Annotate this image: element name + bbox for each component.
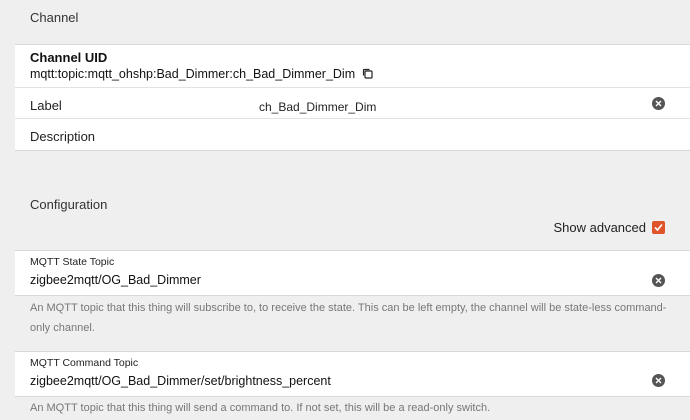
description-row[interactable]: Description [15,119,690,150]
mqtt-state-topic-panel[interactable]: MQTT State Topic zigbee2mqtt/OG_Bad_Dimm… [15,250,690,296]
channel-uid-value: mqtt:topic:mqtt_ohshp:Bad_Dimmer:ch_Bad_… [30,67,373,82]
mqtt-command-topic-label: MQTT Command Topic [30,357,139,369]
show-advanced-label: Show advanced [553,220,646,235]
mqtt-state-topic-clear-icon[interactable] [652,274,665,287]
channel-panel: Channel UID mqtt:topic:mqtt_ohshp:Bad_Di… [15,44,690,151]
show-advanced-toggle[interactable]: Show advanced [553,220,665,235]
checkmark-icon [654,223,663,232]
configuration-section-title: Configuration [30,197,108,212]
mqtt-state-topic-help: An MQTT topic that this thing will subsc… [30,302,667,334]
channel-section-title: Channel [30,10,79,25]
channel-uid-title: Channel UID [30,50,108,65]
label-row[interactable]: Label ch_Bad_Dimmer_Dim [15,88,690,119]
label-input[interactable]: ch_Bad_Dimmer_Dim [259,100,376,114]
label-clear-icon[interactable] [652,97,665,110]
description-caption: Description [30,129,96,144]
mqtt-command-topic-clear-icon[interactable] [652,374,665,387]
mqtt-command-topic-input[interactable]: zigbee2mqtt/OG_Bad_Dimmer/set/brightness… [30,374,331,388]
mqtt-state-topic-label: MQTT State Topic [30,256,115,268]
label-caption: Label [30,98,62,113]
channel-uid-row: Channel UID mqtt:topic:mqtt_ohshp:Bad_Di… [15,45,690,88]
channel-uid-text: mqtt:topic:mqtt_ohshp:Bad_Dimmer:ch_Bad_… [30,67,356,81]
copy-icon[interactable] [362,68,373,82]
mqtt-command-topic-panel[interactable]: MQTT Command Topic zigbee2mqtt/OG_Bad_Di… [15,351,690,397]
mqtt-command-topic-help: An MQTT topic that this thing will send … [30,402,491,414]
mqtt-state-topic-input[interactable]: zigbee2mqtt/OG_Bad_Dimmer [30,273,201,287]
show-advanced-checkbox[interactable] [652,221,665,234]
